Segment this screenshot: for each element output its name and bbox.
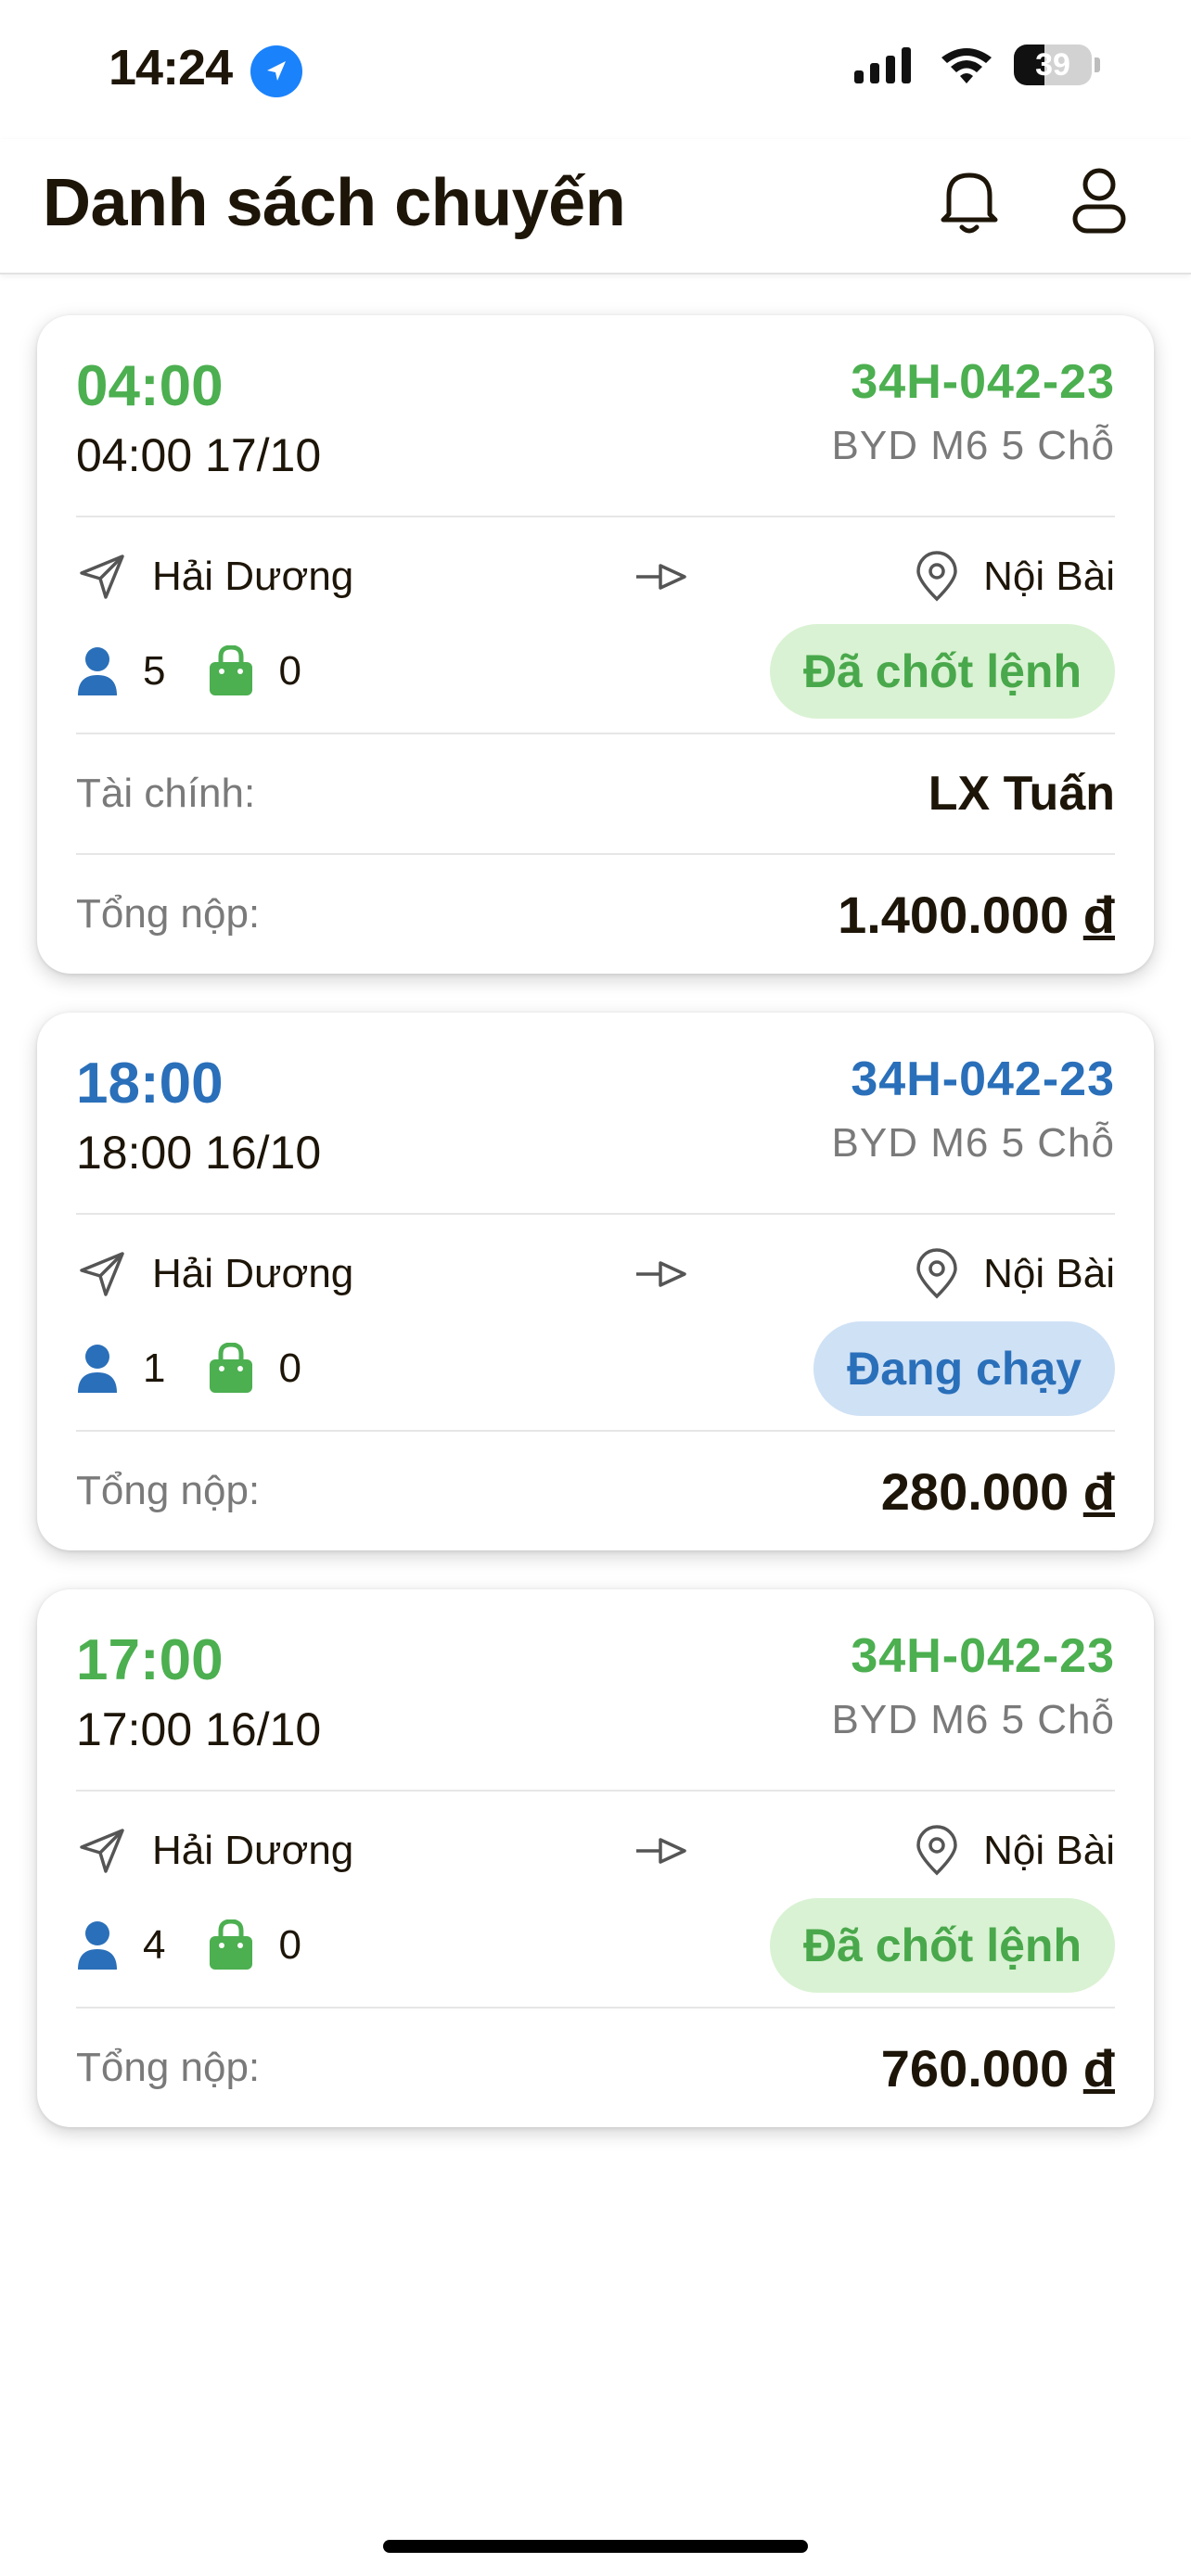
license-plate: 34H-042-23	[851, 355, 1115, 409]
status-badge: Đã chốt lệnh	[769, 1898, 1115, 1993]
route-destination: Nội Bài	[983, 1251, 1115, 1296]
route-arrow-icon	[636, 1261, 686, 1287]
status-indicators: 39	[852, 45, 1100, 85]
map-pin-icon	[916, 551, 957, 602]
passenger-icon	[78, 1345, 117, 1393]
status-bar: 14:24 39	[0, 0, 1191, 139]
trip-datetime: 04:00 17/10	[76, 429, 322, 481]
page-title: Danh sách chuyến	[43, 166, 626, 240]
vehicle-type: BYD M6 5 Chỗ	[831, 1120, 1115, 1166]
cellular-signal-icon	[854, 47, 911, 83]
route-arrow-icon	[636, 564, 686, 590]
navigation-arrow-icon	[80, 1829, 124, 1873]
finance-row: Tài chính: LX Tuấn	[76, 734, 1115, 853]
route-arrow-icon	[636, 1838, 686, 1864]
app-header: Danh sách chuyến	[0, 139, 1191, 274]
battery-icon: 39	[1014, 45, 1092, 85]
wifi-icon	[941, 48, 992, 83]
bag-icon	[210, 1919, 253, 1970]
trip-card[interactable]: 17:00 17:00 16/10 34H-042-23 BYD M6 5 Ch…	[37, 1589, 1154, 2127]
passenger-count: 1	[143, 1345, 166, 1391]
finance-value: LX Tuấn	[928, 767, 1115, 821]
route-destination: Nội Bài	[983, 1828, 1115, 1873]
home-indicator[interactable]	[383, 2540, 808, 2553]
map-pin-icon	[916, 1248, 957, 1299]
battery-cap	[1095, 57, 1100, 72]
passenger-count: 5	[143, 648, 166, 694]
status-time: 14:24	[109, 40, 233, 96]
trip-datetime: 17:00 16/10	[76, 1703, 322, 1755]
bag-icon	[210, 1343, 253, 1393]
trip-card[interactable]: 04:00 04:00 17/10 34H-042-23 BYD M6 5 Ch…	[37, 315, 1154, 974]
license-plate: 34H-042-23	[851, 1629, 1115, 1683]
trip-meta: 5 0 Đã chốt lệnh	[76, 624, 1115, 719]
vehicle-type: BYD M6 5 Chỗ	[831, 423, 1115, 468]
route-origin: Hải Dương	[152, 1251, 354, 1296]
vehicle-type: BYD M6 5 Chỗ	[831, 1697, 1115, 1742]
route-origin: Hải Dương	[152, 1828, 354, 1873]
trip-time: 18:00	[76, 1052, 224, 1116]
total-label: Tổng nộp:	[76, 1468, 261, 1513]
user-icon[interactable]	[1057, 159, 1141, 243]
bag-count: 0	[278, 1345, 301, 1391]
total-label: Tổng nộp:	[76, 2045, 261, 2090]
map-pin-icon	[916, 1825, 957, 1876]
total-row: Tổng nộp: 1.400.000 đ	[76, 855, 1115, 974]
location-arrow-icon	[250, 45, 302, 97]
trip-card[interactable]: 18:00 18:00 16/10 34H-042-23 BYD M6 5 Ch…	[37, 1013, 1154, 1550]
total-row: Tổng nộp: 280.000 đ	[76, 1432, 1115, 1550]
trip-route: Hải Dương Nội Bài	[76, 517, 1115, 636]
total-row: Tổng nộp: 760.000 đ	[76, 2009, 1115, 2127]
trip-datetime: 18:00 16/10	[76, 1127, 322, 1179]
passenger-count: 4	[143, 1922, 166, 1968]
passenger-icon	[78, 1921, 117, 1970]
status-badge: Đã chốt lệnh	[769, 624, 1115, 719]
passenger-icon	[78, 647, 117, 695]
trip-route: Hải Dương Nội Bài	[76, 1792, 1115, 1910]
trip-list: 04:00 04:00 17/10 34H-042-23 BYD M6 5 Ch…	[37, 315, 1154, 2166]
total-amount: 760.000 đ	[880, 2038, 1115, 2098]
route-destination: Nội Bài	[983, 554, 1115, 599]
bag-count: 0	[278, 1922, 301, 1968]
navigation-arrow-icon	[80, 555, 124, 599]
total-amount: 280.000 đ	[880, 1461, 1115, 1521]
bell-icon[interactable]	[928, 159, 1011, 243]
trip-meta: 1 0 Đang chạy	[76, 1321, 1115, 1416]
route-origin: Hải Dương	[152, 554, 354, 599]
finance-label: Tài chính:	[76, 771, 256, 816]
trip-meta: 4 0 Đã chốt lệnh	[76, 1898, 1115, 1993]
navigation-arrow-icon	[80, 1252, 124, 1296]
total-amount: 1.400.000 đ	[838, 885, 1115, 944]
battery-level: 39	[1035, 47, 1070, 83]
license-plate: 34H-042-23	[851, 1052, 1115, 1106]
trip-time: 17:00	[76, 1628, 224, 1692]
trip-time: 04:00	[76, 354, 224, 418]
bag-count: 0	[278, 648, 301, 694]
status-badge: Đang chạy	[813, 1321, 1115, 1416]
bag-icon	[210, 645, 253, 695]
trip-route: Hải Dương Nội Bài	[76, 1215, 1115, 1333]
total-label: Tổng nộp:	[76, 891, 261, 937]
